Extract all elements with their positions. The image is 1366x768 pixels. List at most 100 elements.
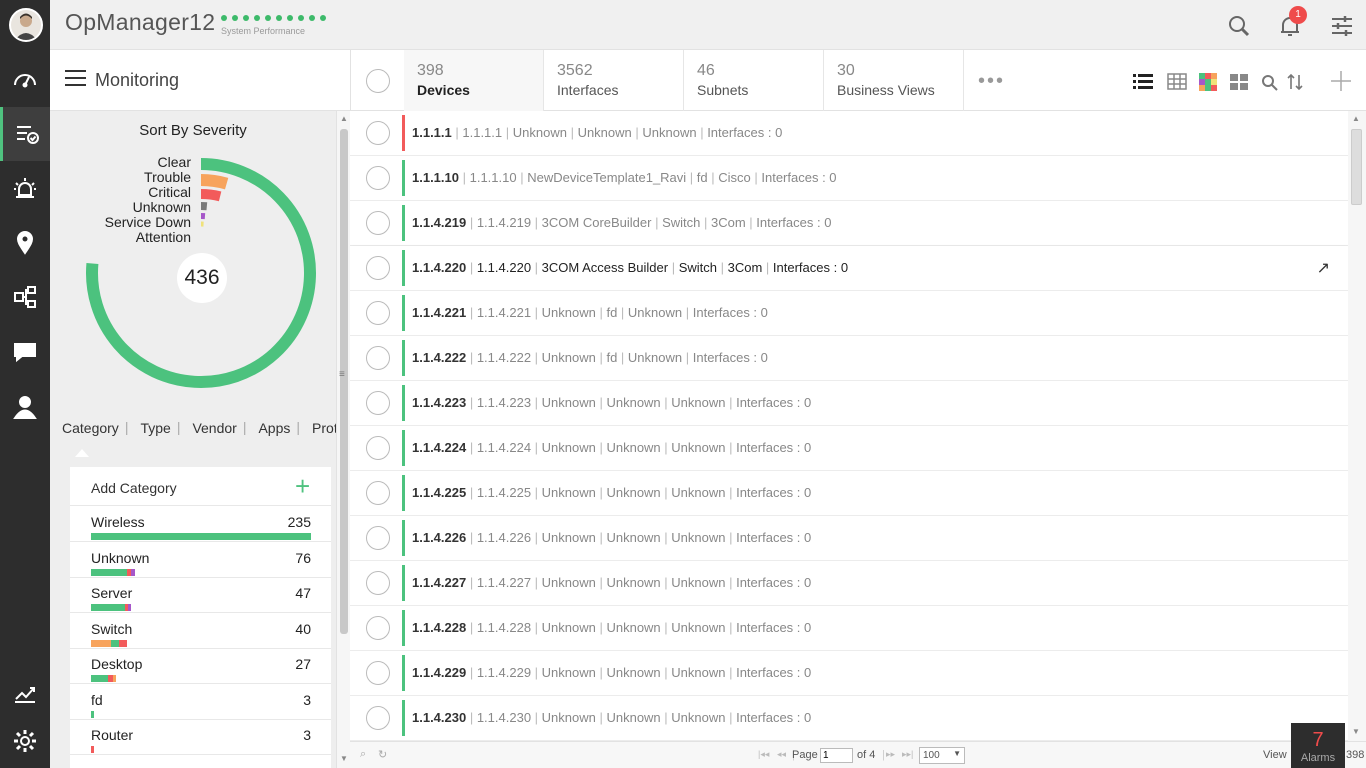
more-tabs-button[interactable]: ••• <box>978 70 1005 93</box>
row-checkbox[interactable] <box>366 436 390 460</box>
severity-arc-trouble[interactable] <box>200 174 229 190</box>
device-name[interactable]: 1.1.4.229 <box>412 665 466 680</box>
table-view-icon[interactable] <box>1167 72 1187 92</box>
scroll-down-arrow[interactable]: ▼ <box>340 754 348 763</box>
device-row[interactable]: 1.1.4.229 | 1.1.4.229 | Unknown | Unknow… <box>350 651 1348 696</box>
severity-label-service-down[interactable]: Service Down <box>50 215 191 230</box>
device-row[interactable]: 1.1.4.222 | 1.1.4.222 | Unknown | fd | U… <box>350 336 1348 381</box>
select-all-checkbox[interactable] <box>366 69 390 93</box>
search-icon[interactable] <box>1260 72 1280 92</box>
row-checkbox[interactable] <box>366 706 390 730</box>
device-name[interactable]: 1.1.4.221 <box>412 305 466 320</box>
chat-icon[interactable] <box>0 325 50 379</box>
device-name[interactable]: 1.1.4.223 <box>412 395 466 410</box>
device-name[interactable]: 1.1.1.1 <box>412 125 452 140</box>
device-row[interactable]: 1.1.1.10 | 1.1.1.10 | NewDeviceTemplate1… <box>350 156 1348 201</box>
device-row[interactable]: 1.1.4.224 | 1.1.4.224 | Unknown | Unknow… <box>350 426 1348 471</box>
device-name[interactable]: 1.1.4.226 <box>412 530 466 545</box>
device-row[interactable]: 1.1.4.225 | 1.1.4.225 | Unknown | Unknow… <box>350 471 1348 516</box>
device-name[interactable]: 1.1.1.10 <box>412 170 459 185</box>
row-checkbox[interactable] <box>366 166 390 190</box>
device-row[interactable]: 1.1.4.220 | 1.1.4.220 | 3COM Access Buil… <box>350 246 1348 291</box>
device-name[interactable]: 1.1.4.219 <box>412 215 466 230</box>
row-checkbox[interactable] <box>366 346 390 370</box>
search-small-icon[interactable]: ⌕ <box>360 748 366 761</box>
page-input[interactable] <box>820 748 853 763</box>
per-page-select[interactable]: 100 ▼ <box>919 747 965 764</box>
scroll-down-arrow[interactable]: ▼ <box>1352 727 1360 736</box>
row-checkbox[interactable] <box>366 391 390 415</box>
heatmap-view-icon[interactable] <box>1198 72 1218 92</box>
last-page-icon[interactable]: ▸▸| <box>902 749 913 760</box>
dashboard-icon[interactable] <box>0 52 50 106</box>
device-name[interactable]: 1.1.4.224 <box>412 440 466 455</box>
search-icon[interactable] <box>1227 14 1251 38</box>
device-name[interactable]: 1.1.4.225 <box>412 485 466 500</box>
scroll-up-arrow[interactable]: ▲ <box>340 114 348 123</box>
row-checkbox[interactable] <box>366 616 390 640</box>
alarms-counter-button[interactable]: 7 Alarms <box>1291 723 1345 768</box>
prev-page-icon[interactable]: ◂◂ <box>777 749 786 760</box>
device-name[interactable]: 1.1.4.222 <box>412 350 466 365</box>
tab-devices[interactable]: 398 Devices <box>404 50 544 111</box>
severity-label-trouble[interactable]: Trouble <box>50 170 191 185</box>
category-row-server[interactable]: Server 47 <box>70 578 331 613</box>
category-row-fd[interactable]: fd 3 <box>70 685 331 720</box>
category-row-router[interactable]: Router 3 <box>70 720 331 755</box>
next-page-icon[interactable]: ▸▸ <box>886 749 895 760</box>
device-row[interactable]: 1.1.4.228 | 1.1.4.228 | Unknown | Unknow… <box>350 606 1348 651</box>
severity-label-attention[interactable]: Attention <box>50 230 191 245</box>
grid-view-icon[interactable] <box>1229 72 1249 92</box>
settings-icon[interactable] <box>0 714 50 768</box>
category-row-wireless[interactable]: Wireless 235 <box>70 507 331 542</box>
row-checkbox[interactable] <box>366 526 390 550</box>
device-row[interactable]: 1.1.4.227 | 1.1.4.227 | Unknown | Unknow… <box>350 561 1348 606</box>
tab-vendor[interactable]: Vendor <box>180 411 242 446</box>
device-row[interactable]: 1.1.4.230 | 1.1.4.230 | Unknown | Unknow… <box>350 696 1348 741</box>
tab-protocol[interactable]: Protocol <box>300 411 336 446</box>
category-row-switch[interactable]: Switch 40 <box>70 614 331 649</box>
device-row[interactable]: 1.1.1.1 | 1.1.1.1 | Unknown | Unknown | … <box>350 111 1348 156</box>
device-name[interactable]: 1.1.4.227 <box>412 575 466 590</box>
list-view-icon[interactable] <box>1133 72 1153 92</box>
severity-label-unknown[interactable]: Unknown <box>50 200 191 215</box>
device-row[interactable]: 1.1.4.221 | 1.1.4.221 | Unknown | fd | U… <box>350 291 1348 336</box>
hamburger-menu-icon[interactable] <box>65 70 86 86</box>
tab-apps[interactable]: Apps <box>246 411 296 446</box>
device-row[interactable]: 1.1.4.226 | 1.1.4.226 | Unknown | Unknow… <box>350 516 1348 561</box>
workflow-icon[interactable] <box>0 270 50 324</box>
category-row-unknown[interactable]: Unknown 76 <box>70 543 331 578</box>
row-checkbox[interactable] <box>366 481 390 505</box>
severity-label-clear[interactable]: Clear <box>50 155 191 170</box>
resize-grip-icon[interactable]: ≡ <box>339 369 345 380</box>
category-row-desktop[interactable]: Desktop 27 <box>70 649 331 684</box>
sort-icon[interactable] <box>1285 72 1305 92</box>
device-name[interactable]: 1.1.4.230 <box>412 710 466 725</box>
row-checkbox[interactable] <box>366 661 390 685</box>
row-checkbox[interactable] <box>366 571 390 595</box>
device-list-scrollbar[interactable]: ▲ ▼ <box>1348 111 1366 741</box>
tab-interfaces[interactable]: 3562 Interfaces <box>544 50 684 111</box>
row-checkbox[interactable] <box>366 211 390 235</box>
left-panel-scrollbar[interactable]: ▲ ▼ ≡ <box>336 111 350 768</box>
add-category-button[interactable]: + <box>295 473 310 499</box>
tab-business-views[interactable]: 30 Business Views <box>824 50 964 111</box>
refresh-icon[interactable]: ↻ <box>378 748 387 761</box>
tab-category[interactable]: Category <box>50 411 125 446</box>
user-icon[interactable] <box>0 380 50 434</box>
tab-type[interactable]: Type <box>128 411 176 446</box>
scrollbar-thumb[interactable] <box>340 129 348 634</box>
open-device-icon[interactable]: ↗ <box>1317 258 1330 278</box>
maps-icon[interactable] <box>0 215 50 269</box>
device-name[interactable]: 1.1.4.220 <box>412 260 466 275</box>
row-checkbox[interactable] <box>366 121 390 145</box>
severity-arc-critical[interactable] <box>200 189 222 202</box>
tab-subnets[interactable]: 46 Subnets <box>684 50 824 111</box>
filter-settings-icon[interactable] <box>1330 14 1354 38</box>
add-icon[interactable] <box>1330 70 1351 91</box>
reports-icon[interactable] <box>0 665 50 719</box>
monitoring-icon[interactable] <box>0 107 50 161</box>
device-name[interactable]: 1.1.4.228 <box>412 620 466 635</box>
alarms-icon[interactable] <box>0 161 50 215</box>
system-performance-indicator[interactable] <box>221 15 326 21</box>
